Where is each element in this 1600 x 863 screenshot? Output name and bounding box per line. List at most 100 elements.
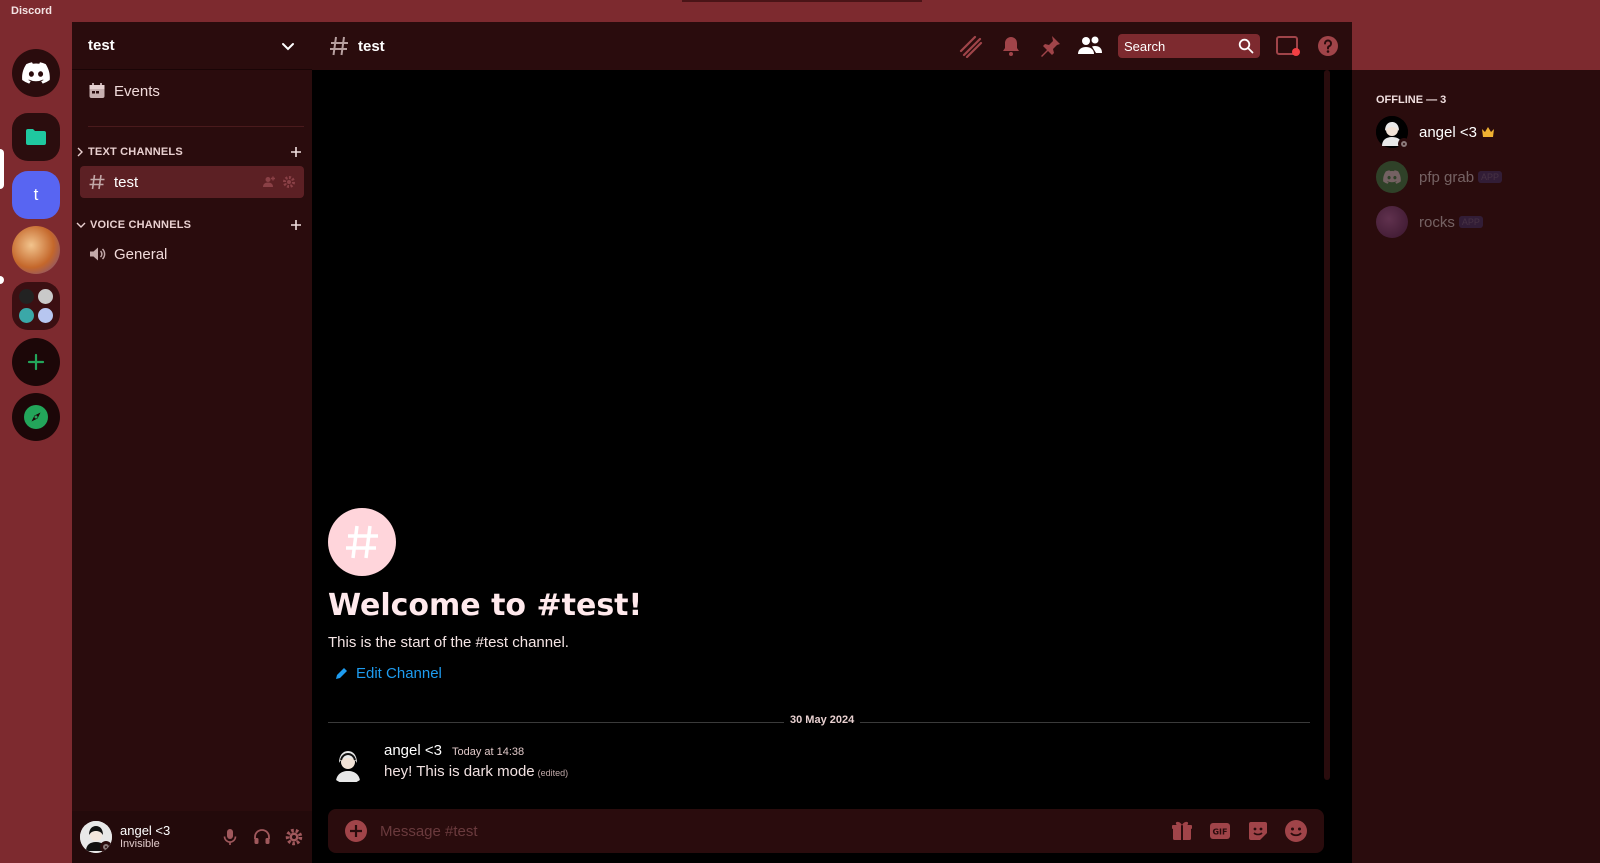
plus-icon[interactable] xyxy=(290,146,302,158)
gift-icon[interactable] xyxy=(1170,819,1194,843)
hash-icon xyxy=(342,522,382,562)
member-list: OFFLINE — 3 angel <3 pfp grab APP rocks xyxy=(1352,70,1600,863)
status-indicator xyxy=(100,841,112,853)
server-folder[interactable] xyxy=(12,113,60,161)
message[interactable]: angel <3 Today at 14:38 hey! This is dar… xyxy=(328,740,1308,788)
channel-welcome-icon xyxy=(328,508,396,576)
mini-server-icon xyxy=(37,307,53,323)
message-timestamp: Today at 14:38 xyxy=(452,746,525,758)
divider xyxy=(88,126,304,127)
update-indicator xyxy=(682,0,922,2)
mini-server-icon xyxy=(37,289,53,305)
gear-icon[interactable] xyxy=(284,827,304,847)
selected-server-indicator xyxy=(0,149,4,189)
discord-logo-icon xyxy=(1383,170,1401,184)
channel-title: test xyxy=(358,37,385,55)
avatar xyxy=(1376,206,1408,238)
gif-icon[interactable]: GIF xyxy=(1208,819,1232,843)
hash-icon xyxy=(88,173,106,191)
headphones-icon[interactable] xyxy=(252,827,272,847)
sticker-icon[interactable] xyxy=(1246,819,1270,843)
date-divider-label: 30 May 2024 xyxy=(784,714,861,726)
channel-header: test xyxy=(312,22,1352,70)
message-author[interactable]: angel <3 xyxy=(384,742,442,759)
member-item[interactable]: angel <3 xyxy=(1376,112,1586,152)
mic-icon[interactable] xyxy=(220,827,240,847)
emoji-icon[interactable] xyxy=(1284,819,1308,843)
members-icon[interactable] xyxy=(1077,34,1103,58)
member-item[interactable]: rocks APP xyxy=(1376,202,1586,242)
pin-icon[interactable] xyxy=(1038,34,1062,58)
category-label: TEXT CHANNELS xyxy=(88,146,183,158)
welcome-subtitle: This is the start of the #test channel. xyxy=(328,634,569,651)
crown-icon xyxy=(1481,126,1495,138)
app-badge: APP xyxy=(1458,216,1483,228)
explore-icon xyxy=(23,404,49,430)
gear-icon[interactable] xyxy=(282,175,296,189)
member-name: rocks xyxy=(1419,213,1455,231)
edit-channel-label: Edit Channel xyxy=(356,665,442,682)
message-input[interactable] xyxy=(380,822,1170,840)
welcome-title: Welcome to #test! xyxy=(328,588,643,623)
bell-icon[interactable] xyxy=(999,34,1023,58)
hash-icon xyxy=(328,35,350,57)
plus-icon[interactable] xyxy=(290,219,302,231)
title-bar: Discord xyxy=(0,0,1600,22)
member-name: angel <3 xyxy=(1419,123,1477,141)
message-text: hey! This is dark mode xyxy=(384,763,535,780)
search-input[interactable] xyxy=(1124,38,1232,54)
server-header[interactable]: test xyxy=(72,22,312,70)
inbox-icon[interactable] xyxy=(1275,34,1301,58)
add-member-icon[interactable] xyxy=(262,175,276,189)
avatar[interactable] xyxy=(328,744,368,784)
channel-item-test[interactable]: test xyxy=(80,166,304,198)
mini-server-icon xyxy=(19,289,34,305)
user-panel: angel <3 Invisible xyxy=(72,811,312,863)
server-test[interactable]: t xyxy=(12,171,60,219)
search-icon xyxy=(1238,38,1254,54)
speaker-icon xyxy=(88,245,106,263)
status-indicator xyxy=(1398,138,1410,150)
svg-text:GIF: GIF xyxy=(1212,828,1227,837)
pencil-icon xyxy=(334,667,348,681)
edit-channel-link[interactable]: Edit Channel xyxy=(334,665,442,682)
explore-servers-button[interactable] xyxy=(12,393,60,441)
member-name: pfp grab xyxy=(1419,168,1475,186)
add-server-button[interactable] xyxy=(12,338,60,386)
search-bar[interactable] xyxy=(1118,34,1260,58)
avatar[interactable] xyxy=(80,821,112,853)
chevron-down-icon xyxy=(280,38,296,54)
app-badge: APP xyxy=(1478,171,1503,183)
avatar xyxy=(1376,161,1408,193)
server-folder-2[interactable] xyxy=(12,282,60,330)
message-composer: GIF xyxy=(328,809,1324,853)
threads-icon[interactable] xyxy=(958,34,984,58)
voice-channels-category[interactable]: VOICE CHANNELS xyxy=(76,219,302,231)
scrollbar[interactable] xyxy=(1324,70,1330,780)
events-label: Events xyxy=(114,82,160,100)
calendar-icon xyxy=(88,82,106,100)
server-rail: t xyxy=(0,22,72,863)
channel-label: test xyxy=(114,173,139,191)
chevron-right-icon xyxy=(76,147,84,157)
category-label: VOICE CHANNELS xyxy=(90,219,192,231)
user-status: Invisible xyxy=(120,838,160,851)
folder-icon xyxy=(25,128,47,146)
server-avatar-1[interactable] xyxy=(12,226,60,274)
chat-area: test Search Welcome to #test! This is th… xyxy=(312,22,1352,863)
member-group-header: OFFLINE — 3 xyxy=(1376,94,1447,106)
home-button[interactable] xyxy=(12,49,60,97)
unread-indicator xyxy=(0,276,4,284)
member-item[interactable]: pfp grab APP xyxy=(1376,157,1586,197)
app-title: Discord xyxy=(11,5,52,17)
avatar xyxy=(1376,116,1410,150)
user-name: angel <3 xyxy=(120,822,171,838)
events-item[interactable]: Events xyxy=(88,82,160,100)
help-icon[interactable] xyxy=(1316,34,1340,58)
message-content: hey! This is dark mode (edited) xyxy=(384,763,568,780)
add-server-icon xyxy=(27,353,45,371)
plus-circle-icon[interactable] xyxy=(344,819,368,843)
voice-channel-general[interactable]: General xyxy=(80,238,304,270)
discord-app: Discord t test Events TEXT CHANNELS test… xyxy=(0,0,1600,863)
text-channels-category[interactable]: TEXT CHANNELS xyxy=(76,146,302,158)
